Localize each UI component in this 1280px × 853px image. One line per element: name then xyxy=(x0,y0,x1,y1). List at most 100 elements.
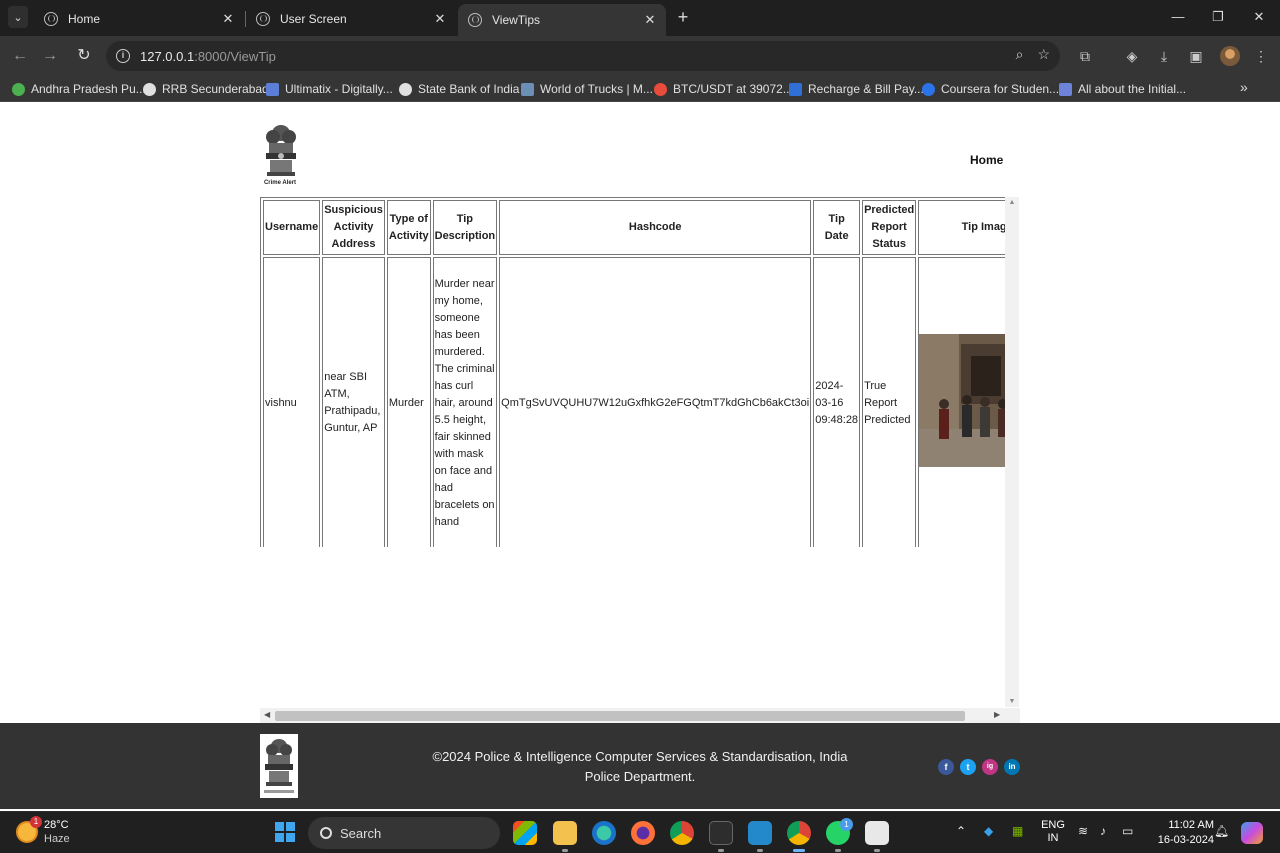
widgets-tray-icon[interactable]: ▦ xyxy=(1012,824,1023,838)
bookmark-star-icon[interactable]: ☆ xyxy=(1037,46,1050,63)
cell-description: Murder near my home, someone has been mu… xyxy=(432,257,498,547)
bookmark-favicon-icon xyxy=(654,82,667,96)
bookmark-item[interactable]: Recharge & Bill Pay... xyxy=(789,80,924,98)
scroll-right-arrow-icon[interactable]: ▶ xyxy=(994,710,1000,719)
tips-table: Username Suspicious Activity Address Typ… xyxy=(260,197,1005,547)
minimize-icon[interactable]: — xyxy=(1163,6,1193,28)
tab-user-screen[interactable]: User Screen ✕ xyxy=(246,4,456,34)
tips-table-container[interactable]: Username Suspicious Activity Address Typ… xyxy=(260,197,1005,547)
close-tab-icon[interactable]: ✕ xyxy=(432,11,448,27)
horizontal-scrollbar[interactable]: ◀ ▶ xyxy=(260,708,1020,723)
battery-icon[interactable]: ▭ xyxy=(1122,824,1133,838)
running-indicator xyxy=(757,849,763,852)
nav-home-link[interactable]: Home xyxy=(970,153,1003,167)
forward-arrow-icon[interactable]: → xyxy=(38,44,62,68)
emblem-logo xyxy=(266,125,296,176)
bookmark-favicon-icon xyxy=(789,82,802,96)
bookmark-item[interactable]: RRB Secunderabad xyxy=(143,80,269,98)
search-icon xyxy=(320,827,332,839)
zoom-icon[interactable]: ⌕ xyxy=(1016,46,1024,63)
whatsapp-badge: 1 xyxy=(840,818,853,831)
bookmark-favicon-icon xyxy=(143,82,156,96)
cell-address: near SBI ATM, Prathipadu, Guntur, AP xyxy=(322,257,385,547)
bookmark-favicon-icon xyxy=(1059,82,1072,96)
windows-start-icon[interactable] xyxy=(275,822,295,842)
extensions-puzzle-icon[interactable]: ⧉ xyxy=(1075,46,1095,66)
scroll-left-arrow-icon[interactable]: ◀ xyxy=(264,710,270,719)
logo-caption: Crime Alert xyxy=(263,180,297,186)
restore-icon[interactable]: ❐ xyxy=(1203,6,1233,28)
defender-icon[interactable]: ◆ xyxy=(984,824,993,838)
close-tab-icon[interactable]: ✕ xyxy=(220,11,236,27)
terminal-icon[interactable] xyxy=(709,821,733,845)
firefox-icon[interactable] xyxy=(631,821,655,845)
col-username: Username xyxy=(263,200,321,255)
scroll-down-arrow-icon[interactable]: ▼ xyxy=(1008,698,1016,705)
taskbar-search[interactable]: Search xyxy=(308,817,500,849)
bookmark-item[interactable]: BTC/USDT at 39072.... xyxy=(654,80,796,98)
store-app-icon[interactable] xyxy=(513,821,537,845)
bookmark-item[interactable]: Coursera for Studen... xyxy=(922,80,1059,98)
temperature-text: 28°C xyxy=(44,819,69,831)
more-menu-icon[interactable]: ⋮ xyxy=(1251,46,1271,66)
twitter-icon[interactable]: t xyxy=(960,759,976,775)
bookmark-item[interactable]: State Bank of India xyxy=(399,80,519,98)
tab-home[interactable]: Home ✕ xyxy=(34,4,244,34)
facebook-icon[interactable]: f xyxy=(938,759,954,775)
performance-icon[interactable]: ◈ xyxy=(1122,46,1142,66)
running-indicator-active xyxy=(793,849,805,852)
col-status: Predicted Report Status xyxy=(862,200,917,255)
close-tab-icon[interactable]: ✕ xyxy=(642,12,658,28)
url-text[interactable]: 127.0.0.1:8000/ViewTip xyxy=(140,49,276,64)
linkedin-icon[interactable]: in xyxy=(1004,759,1020,775)
bookmark-item[interactable]: All about the Initial... xyxy=(1059,80,1186,98)
download-icon[interactable]: ⤓ xyxy=(1154,46,1174,66)
file-explorer-icon[interactable] xyxy=(553,821,577,845)
system-clock[interactable]: 11:02 AM 16-03-2024 xyxy=(1144,818,1214,848)
col-description: Tip Description xyxy=(432,200,498,255)
bookmark-item[interactable]: Andhra Pradesh Pu... xyxy=(12,80,146,98)
snipping-tool-icon[interactable] xyxy=(865,821,889,845)
language-indicator[interactable]: ENG IN xyxy=(1040,819,1066,845)
cell-username: vishnu xyxy=(263,257,321,547)
weather-badge: 1 xyxy=(30,816,42,828)
vscode-icon[interactable] xyxy=(748,821,772,845)
copilot-icon[interactable] xyxy=(1241,822,1263,844)
site-info-icon[interactable]: i xyxy=(116,49,130,63)
edge-browser-icon[interactable] xyxy=(592,821,616,845)
back-arrow-icon[interactable]: ← xyxy=(8,44,32,68)
bookmark-favicon-icon xyxy=(521,82,534,96)
footer-emblem-logo xyxy=(260,734,298,798)
reload-icon[interactable]: ↻ xyxy=(72,44,96,68)
browser-tab-bar: ⌄ Home ✕ User Screen ✕ ViewTips ✕ + — ❐ … xyxy=(0,0,1280,36)
footer-copyright: ©2024 Police & Intelligence Computer Ser… xyxy=(432,749,848,784)
close-window-icon[interactable]: ✕ xyxy=(1244,6,1274,28)
cell-activity: Murder xyxy=(386,257,431,547)
side-panel-icon[interactable]: ▣ xyxy=(1186,46,1206,66)
new-tab-button[interactable]: + xyxy=(674,6,692,28)
globe-icon xyxy=(44,12,58,26)
tray-chevron-icon[interactable]: ⌃ xyxy=(956,824,966,838)
chrome-active-icon[interactable] xyxy=(787,821,811,845)
weather-widget[interactable]: 1 28°C Haze xyxy=(16,816,70,846)
scroll-up-arrow-icon[interactable]: ▲ xyxy=(1008,199,1016,206)
profile-avatar[interactable] xyxy=(1220,46,1240,66)
vertical-scrollbar[interactable]: ▲ ▼ xyxy=(1005,197,1019,707)
tab-viewtips[interactable]: ViewTips ✕ xyxy=(458,4,666,36)
site-footer: ©2024 Police & Intelligence Computer Ser… xyxy=(0,723,1280,809)
table-row: vishnu near SBI ATM, Prathipadu, Guntur,… xyxy=(263,257,1005,547)
cell-date: 2024-03-16 09:48:28 xyxy=(813,257,861,547)
chrome-icon[interactable] xyxy=(670,821,694,845)
globe-icon xyxy=(256,12,270,26)
speaker-muted-icon[interactable]: ♪ xyxy=(1100,824,1106,838)
wifi-icon[interactable]: ≋ xyxy=(1078,824,1088,838)
bookmark-item[interactable]: World of Trucks | M... xyxy=(521,80,653,98)
bookmark-item[interactable]: Ultimatix - Digitally... xyxy=(266,80,393,98)
horizontal-scroll-thumb[interactable] xyxy=(275,711,965,721)
globe-icon xyxy=(468,13,482,27)
instagram-icon[interactable]: ig xyxy=(982,759,998,775)
more-bookmarks-chevron-icon[interactable]: » xyxy=(1240,79,1248,95)
address-bar[interactable]: i 127.0.0.1:8000/ViewTip ⌕ ☆ xyxy=(106,41,1060,71)
tab-search-chevron-icon[interactable]: ⌄ xyxy=(8,6,28,28)
notification-bell-icon[interactable]: 🔔︎ xyxy=(1214,824,1229,838)
